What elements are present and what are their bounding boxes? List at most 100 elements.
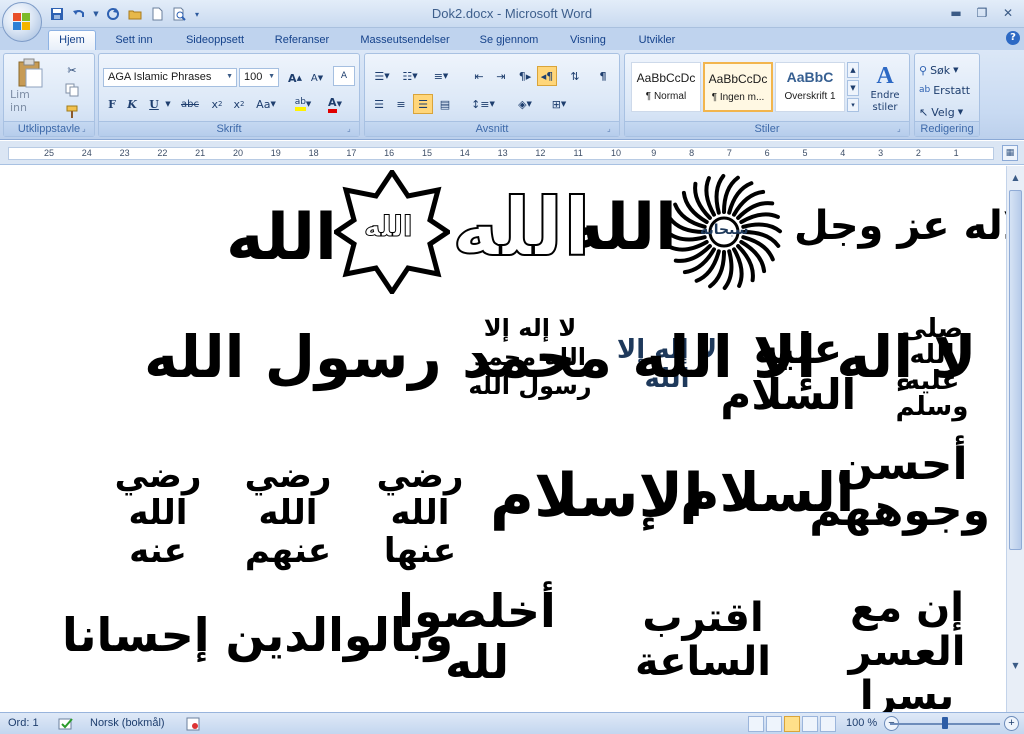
style-sample: AaBbCcDc	[708, 72, 768, 86]
style-normal-tile[interactable]: AaBbCcDc ¶ Normal	[631, 62, 701, 112]
scroll-down-icon[interactable]: ▼	[1008, 658, 1023, 674]
italic-button[interactable]: K	[123, 94, 141, 114]
ruler-number: 23	[119, 148, 130, 158]
line-spacing-button[interactable]: ↕≡ ▼	[469, 94, 497, 114]
ruler-number: 25	[43, 148, 55, 158]
shrink-font-icon[interactable]: A ▼	[307, 68, 327, 88]
tab-se-gjennom[interactable]: Se gjennom	[470, 31, 548, 50]
shading-button[interactable]: ◈ ▼	[511, 94, 539, 114]
horizontal-ruler[interactable]: 25 24 23 22 21 20 19 18 17 16 15 14 13 12 11 10 9 8 7 6 5 4 3 2…	[0, 141, 1024, 165]
vertical-scrollbar[interactable]: ▲ ▼	[1006, 166, 1024, 712]
tab-referanser[interactable]: Referanser	[266, 31, 338, 50]
cursor-icon: ↖	[919, 105, 929, 119]
scroll-up-icon[interactable]: ▲	[1008, 170, 1023, 186]
calligraphy-shahada-long: لا إله إلا الله محمد رسول الله	[144, 323, 977, 391]
borders-button[interactable]: ⊞ ▼	[545, 94, 573, 114]
copy-icon[interactable]	[62, 80, 82, 100]
restore-button[interactable]: ❐	[970, 4, 994, 22]
show-hide-button[interactable]: ¶	[593, 66, 613, 86]
bold-button[interactable]: F	[103, 94, 121, 114]
font-color-button[interactable]: A ▼	[321, 94, 349, 114]
print-layout-view-icon[interactable]	[748, 716, 764, 732]
format-painter-icon[interactable]	[62, 102, 82, 122]
editing-group-label: Redigering	[915, 121, 979, 136]
word-count[interactable]: Ord: 1	[8, 717, 39, 729]
proofing-icon[interactable]	[58, 717, 74, 734]
calligraphy-allah-outline: الله	[451, 181, 592, 274]
strikethrough-button[interactable]: abc	[177, 94, 203, 114]
tab-masseutsendelser[interactable]: Masseutsendelser	[350, 31, 460, 50]
decrease-indent-button[interactable]: ⇤	[469, 66, 489, 86]
sort-button[interactable]: ⇅	[565, 66, 585, 86]
draft-view-icon[interactable]	[820, 716, 836, 732]
styles-scroll-up-icon[interactable]: ▲	[847, 62, 859, 78]
cut-icon[interactable]: ✂	[62, 60, 82, 80]
replace-label: Erstatt	[933, 83, 971, 97]
underline-button[interactable]: U	[145, 94, 163, 114]
multilevel-list-button[interactable]: ≡ ▼	[427, 66, 455, 86]
calligraphy-radiya-anhu: رضي الله عنه	[114, 456, 202, 571]
bullets-button[interactable]: ☰ ▼	[369, 66, 395, 86]
tab-sideoppsett[interactable]: Sideoppsett	[176, 31, 254, 50]
full-screen-reading-view-icon[interactable]	[766, 716, 782, 732]
ruler-number: 16	[384, 148, 395, 158]
paragraph-group-label: Avsnitt	[365, 121, 619, 136]
tab-utvikler[interactable]: Utvikler	[628, 31, 686, 50]
document-page[interactable]: جل جلاله عز وجل سبحانه الله الله الله ال…	[0, 166, 1006, 712]
clear-formatting-icon[interactable]: A	[333, 66, 355, 86]
language-indicator[interactable]: Norsk (bokmål)	[90, 717, 165, 729]
font-name-combo[interactable]: AGA Islamic Phrases ▼	[103, 68, 237, 87]
numbering-button[interactable]: ☷ ▼	[397, 66, 423, 86]
outline-view-icon[interactable]	[802, 716, 818, 732]
view-ruler-icon[interactable]: ▦	[1002, 145, 1018, 161]
justify-button[interactable]: ▤	[435, 94, 455, 114]
find-button[interactable]: ⚲ Søk ▼	[919, 60, 975, 80]
change-case-button[interactable]: Aa ▼	[253, 94, 279, 114]
select-label: Velg	[931, 105, 955, 119]
highlight-color-button[interactable]: ab ▼	[289, 94, 317, 114]
rtl-direction-button[interactable]: ◂¶	[537, 66, 557, 86]
replace-button[interactable]: ab Erstatt	[919, 80, 975, 100]
ruler-number: 5	[802, 148, 808, 158]
style-no-spacing-tile[interactable]: AaBbCcDc ¶ Ingen m...	[703, 62, 773, 112]
superscript-button[interactable]: x2	[229, 94, 249, 114]
zoom-level[interactable]: 100 %	[846, 717, 877, 729]
zoom-in-icon[interactable]: +	[1004, 716, 1019, 731]
scroll-thumb[interactable]	[1009, 190, 1022, 550]
style-heading1-tile[interactable]: AaBbC Overskrift 1	[775, 62, 845, 112]
tab-hjem[interactable]: Hjem	[48, 30, 96, 51]
increase-indent-button[interactable]: ⇥	[491, 66, 511, 86]
ltr-direction-button[interactable]: ¶▸	[515, 66, 535, 86]
styles-scroll-down-icon[interactable]: ▼	[847, 80, 859, 96]
font-size-combo[interactable]: 100 ▼	[239, 68, 279, 87]
styles-dialog-launcher-icon[interactable]: ⌟	[897, 124, 907, 134]
calligraphy-islam: الإسلام	[490, 461, 704, 531]
change-styles-button[interactable]: A Endre stiler	[863, 58, 907, 118]
align-right-button[interactable]: ☰	[413, 94, 433, 114]
underline-dropdown-icon[interactable]: ▼	[163, 94, 173, 114]
tab-sett-inn[interactable]: Sett inn	[104, 31, 164, 50]
grow-font-icon[interactable]: A ▲	[285, 68, 305, 88]
center-button[interactable]: ≡	[391, 94, 411, 114]
close-button[interactable]: ✕	[996, 4, 1020, 22]
subscript-button[interactable]: x2	[207, 94, 227, 114]
font-dialog-launcher-icon[interactable]: ⌟	[347, 124, 357, 134]
minimize-button[interactable]: ▬	[944, 4, 968, 22]
macro-record-icon[interactable]	[186, 717, 200, 734]
style-name: ¶ Ingen m...	[711, 92, 765, 103]
paragraph-dialog-launcher-icon[interactable]: ⌟	[607, 124, 617, 134]
office-button[interactable]	[2, 2, 42, 42]
tab-visning[interactable]: Visning	[560, 31, 616, 50]
help-icon[interactable]: ?	[1006, 31, 1020, 45]
align-left-button[interactable]: ☰	[369, 94, 389, 114]
paragraph-group: ☰ ▼ ☷ ▼ ≡ ▼ ⇤ ⇥ ¶▸ ◂¶ ⇅ ¶ ☰ ≡ ☰ ▤ ↕≡ ▼ ◈ ▼ ⊞ ▼…	[364, 53, 620, 137]
font-name-value: AGA Islamic Phrases	[108, 71, 212, 83]
select-button[interactable]: ↖ Velg ▼	[919, 102, 975, 122]
styles-more-icon[interactable]: ▾	[847, 98, 859, 112]
ruler-number: 3	[878, 148, 884, 158]
paste-button[interactable]: Lim inn	[10, 58, 50, 114]
web-layout-view-icon[interactable]	[784, 716, 800, 732]
clipboard-dialog-launcher-icon[interactable]: ⌟	[82, 124, 92, 134]
zoom-slider-knob[interactable]	[942, 717, 948, 729]
ruler-number: 21	[195, 148, 206, 158]
